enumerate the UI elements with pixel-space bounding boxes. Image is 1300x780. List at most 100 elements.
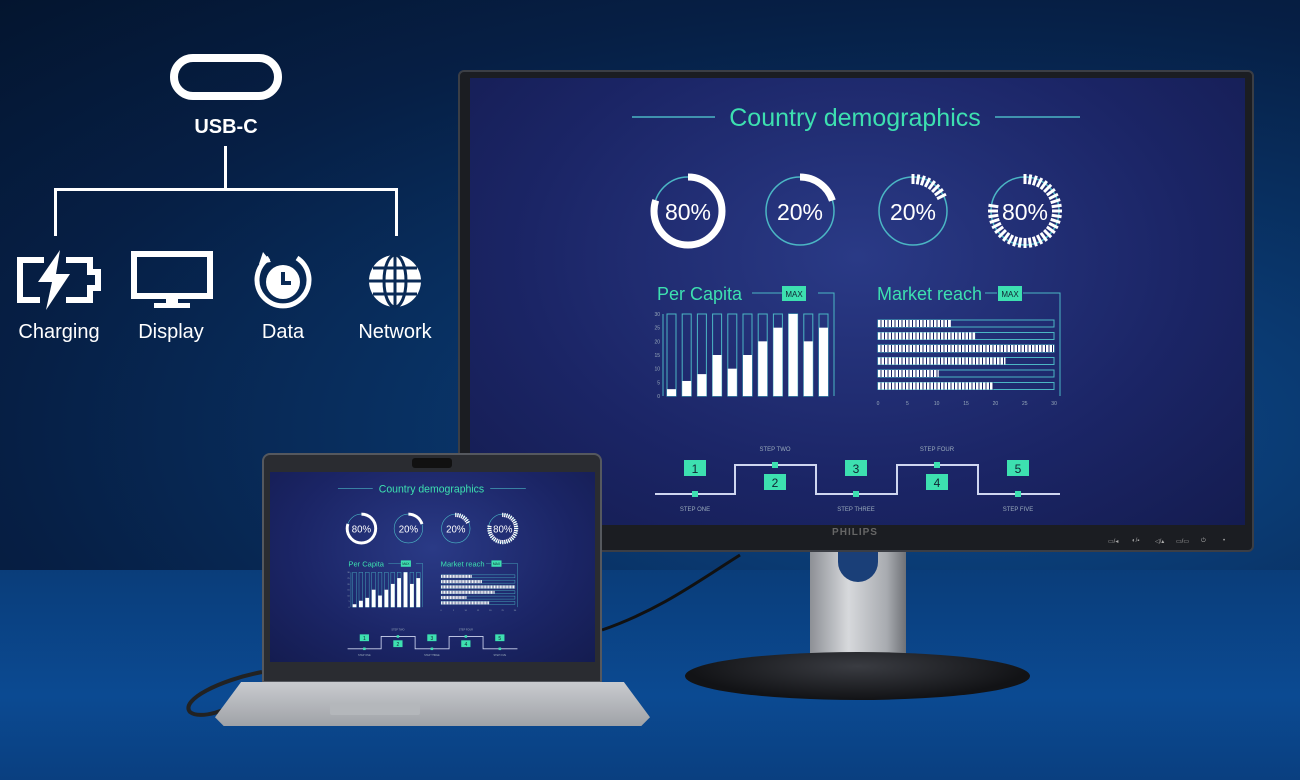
ring-tick — [505, 539, 509, 544]
market-reach-title: Market reach — [877, 284, 982, 304]
hbar — [878, 320, 951, 327]
power-led: • — [1223, 538, 1226, 544]
step-node — [692, 491, 698, 497]
max-badge-label: MAX — [493, 562, 501, 566]
ring-gauge: 80% — [345, 512, 378, 545]
bar — [743, 355, 752, 396]
step-number: 4 — [464, 642, 467, 648]
y-tick-label: 10 — [347, 595, 350, 597]
menu-button[interactable]: ◐/▪ — [1132, 538, 1139, 544]
ring-tick — [1050, 198, 1061, 205]
step-number: 3 — [853, 462, 860, 476]
x-tick-label: 20 — [489, 610, 492, 612]
step-label: STEP ONE — [680, 507, 710, 513]
settings-button[interactable]: ▭/▭ — [1176, 538, 1189, 545]
y-tick-label: 5 — [349, 601, 351, 603]
laptop-screen: Country demographics 80% 20% 20% 80% Per Capi… — [270, 472, 595, 662]
x-tick-label: 5 — [453, 610, 455, 612]
market-reach-title: Market reach — [441, 559, 485, 568]
y-tick-label: 25 — [347, 578, 350, 580]
x-tick-label: 0 — [877, 401, 880, 407]
monitor-stand-base — [685, 652, 1030, 700]
step-node — [396, 635, 400, 638]
bar — [682, 380, 692, 396]
ring-tick — [919, 175, 926, 186]
x-tick-label: 30 — [514, 610, 517, 612]
x-tick-label: 15 — [963, 401, 969, 407]
ring-tick — [487, 529, 492, 532]
max-badge-label: MAX — [785, 290, 803, 299]
bar — [365, 597, 370, 608]
step-label: STEP THREE — [837, 507, 874, 513]
ring-tick — [458, 513, 462, 518]
ring-tick — [513, 525, 519, 528]
step-number: 4 — [934, 476, 941, 490]
ring-label: 20% — [399, 524, 419, 535]
ring-tick — [1027, 174, 1033, 185]
laptop-base — [215, 682, 650, 726]
ring-gauge: 20% — [878, 174, 948, 246]
ring-tick — [505, 513, 509, 518]
bar — [397, 578, 402, 608]
step-number: 1 — [363, 636, 366, 642]
ring-tick — [989, 217, 1000, 224]
ring-tick — [513, 529, 519, 532]
bar — [358, 600, 363, 608]
ring-tick — [988, 213, 999, 219]
ring-gauge: 80% — [650, 173, 726, 249]
step-node — [430, 647, 434, 651]
ring-tick — [1051, 203, 1062, 209]
y-tick-label: 0 — [657, 394, 660, 400]
bar — [697, 374, 707, 396]
power-button[interactable]: ⏻ — [1201, 538, 1206, 545]
ring-tick — [503, 512, 506, 518]
y-tick-label: 20 — [654, 339, 660, 345]
bar — [371, 589, 376, 608]
bar — [803, 341, 813, 396]
bar-track — [352, 572, 357, 608]
step-node — [464, 635, 468, 638]
step-label: STEP FOUR — [459, 629, 473, 632]
x-tick-label: 30 — [1051, 401, 1057, 407]
bar — [409, 583, 414, 608]
ring-tick — [1012, 236, 1019, 247]
ring-gauge: 20% — [762, 173, 838, 249]
ring-label: 20% — [777, 199, 823, 225]
input-button[interactable]: ▭/◂ — [1108, 538, 1118, 545]
x-tick-label: 5 — [906, 401, 909, 407]
step-label: STEP FIVE — [1003, 507, 1034, 513]
ring-tick — [1031, 175, 1038, 186]
bar — [378, 595, 382, 608]
step-number: 3 — [430, 636, 433, 642]
ring-label: 80% — [352, 524, 372, 535]
bar — [727, 368, 737, 396]
y-tick-label: 10 — [654, 367, 660, 373]
step-node — [934, 462, 940, 468]
ring-label: 80% — [1002, 199, 1048, 225]
step-label: STEP FIVE — [493, 654, 506, 657]
step-node — [498, 647, 502, 651]
step-label: STEP FOUR — [920, 447, 955, 453]
y-tick-label: 20 — [347, 584, 350, 586]
bar — [712, 355, 722, 396]
ring-tick — [513, 531, 518, 534]
step-number: 1 — [692, 462, 699, 476]
step-label: STEP ONE — [358, 654, 371, 657]
bar — [758, 341, 768, 396]
ring-tick — [1051, 213, 1062, 219]
volume-button[interactable]: ◁/▴ — [1155, 538, 1164, 545]
bar — [384, 589, 389, 608]
max-badge-label: MAX — [402, 562, 410, 566]
x-tick-label: 25 — [501, 610, 504, 612]
ring-tick — [513, 523, 518, 526]
ring-tick — [1031, 236, 1038, 247]
per-capita-title: Per Capita — [348, 559, 384, 568]
ring-label: 20% — [446, 524, 466, 535]
ring-gauge: 80% — [988, 174, 1062, 248]
step-number: 5 — [498, 636, 501, 642]
dashboard-title: Country demographics — [729, 104, 981, 132]
bar — [403, 572, 408, 608]
step-number: 2 — [772, 476, 779, 490]
dashboard-title: Country demographics — [379, 483, 484, 495]
ring-tick — [915, 174, 921, 185]
